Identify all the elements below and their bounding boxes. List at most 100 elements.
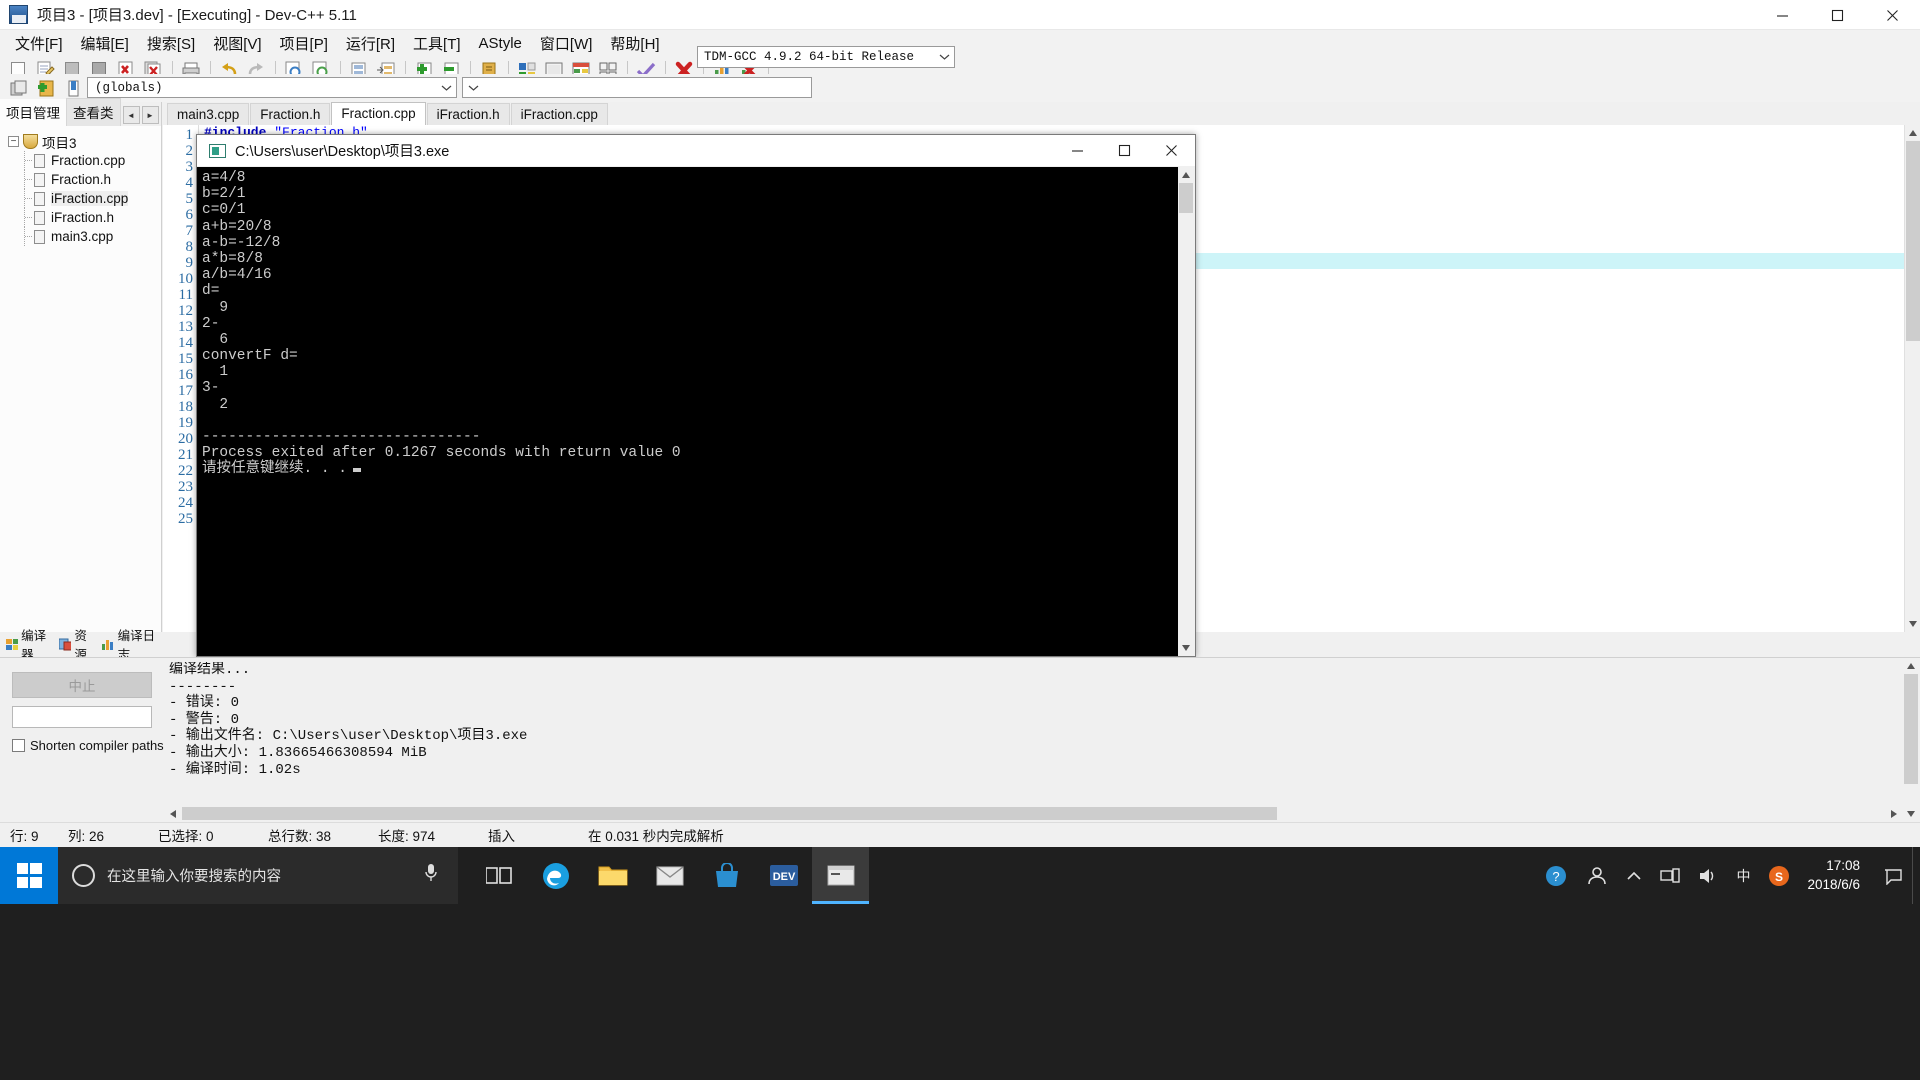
- console-scroll-thumb[interactable]: [1179, 183, 1193, 213]
- tree-item-label: Fraction.h: [51, 172, 112, 187]
- console-scroll-up-icon[interactable]: [1178, 167, 1194, 183]
- tab-scroll-left-icon[interactable]: ◄: [122, 106, 140, 124]
- close-button[interactable]: [1865, 0, 1920, 30]
- chevron-down-icon: [436, 78, 456, 98]
- compile-log-line: 编译结果...: [169, 662, 251, 678]
- console-close-button[interactable]: [1148, 135, 1195, 167]
- tab-main3-cpp[interactable]: main3.cpp: [167, 103, 250, 125]
- ime-language-icon[interactable]: 中: [1727, 847, 1759, 904]
- console-scrollbar[interactable]: [1178, 167, 1195, 656]
- editor-vertical-scrollbar[interactable]: [1904, 125, 1920, 632]
- task-view-icon[interactable]: [470, 847, 527, 904]
- network-icon[interactable]: [1651, 847, 1689, 904]
- log-hscroll-thumb[interactable]: [182, 807, 1277, 820]
- notifications-icon[interactable]: [1874, 847, 1912, 904]
- tab-ifraction-h[interactable]: iFraction.h: [426, 103, 510, 125]
- file-explorer-icon[interactable]: [584, 847, 641, 904]
- taskbar-search[interactable]: 在这里输入你要搜索的内容: [58, 847, 458, 904]
- shorten-paths-checkbox[interactable]: [12, 739, 25, 752]
- minimize-button[interactable]: [1755, 0, 1810, 30]
- line-number: 4: [185, 175, 194, 191]
- log-scroll-up-icon[interactable]: [1903, 658, 1919, 674]
- menu-run[interactable]: 运行[R]: [337, 30, 404, 57]
- log-scroll-left-icon[interactable]: [165, 805, 181, 822]
- log-scroll-down-icon[interactable]: [1903, 806, 1919, 822]
- console-line: a=4/8: [202, 170, 246, 186]
- tree-item-ifraction-cpp[interactable]: iFraction.cpp: [8, 189, 161, 208]
- taskbar-clock[interactable]: 17:08 2018/6/6: [1799, 847, 1874, 904]
- menu-search[interactable]: 搜索[S]: [138, 30, 204, 57]
- tree-item-main3-cpp[interactable]: main3.cpp: [8, 227, 161, 246]
- member-select[interactable]: [462, 77, 812, 98]
- microphone-icon[interactable]: [424, 862, 438, 889]
- line-number: 16: [178, 367, 193, 383]
- editor-tabs: main3.cpp Fraction.h Fraction.cpp iFract…: [163, 102, 1920, 125]
- volume-icon[interactable]: [1689, 847, 1727, 904]
- menu-astyle[interactable]: AStyle: [470, 32, 531, 55]
- search-placeholder: 在这里输入你要搜索的内容: [107, 869, 281, 885]
- menu-file[interactable]: 文件[F]: [6, 30, 72, 57]
- log-vertical-scrollbar[interactable]: [1903, 658, 1920, 822]
- tree-item-fraction-h[interactable]: Fraction.h: [8, 170, 161, 189]
- show-hidden-icons-icon[interactable]: [1617, 847, 1651, 904]
- menu-edit[interactable]: 编辑[E]: [72, 30, 138, 57]
- mail-icon[interactable]: [641, 847, 698, 904]
- insert-icon[interactable]: [33, 76, 58, 101]
- tab-scroll-right-icon[interactable]: ►: [141, 106, 159, 124]
- tab-class-browser[interactable]: 查看类: [66, 98, 121, 126]
- people-icon[interactable]: [1577, 847, 1617, 904]
- line-number: 10: [178, 271, 193, 287]
- start-button[interactable]: [0, 847, 58, 904]
- line-number: 25: [178, 511, 193, 527]
- tree-item-label: main3.cpp: [51, 229, 114, 244]
- sogou-input-icon[interactable]: S: [1759, 847, 1799, 904]
- menu-view[interactable]: 视图[V]: [204, 30, 270, 57]
- abort-button[interactable]: 中止: [12, 672, 152, 698]
- show-desktop-button[interactable]: [1912, 847, 1920, 904]
- tab-ifraction-cpp[interactable]: iFraction.cpp: [510, 103, 608, 125]
- edge-browser-icon[interactable]: [527, 847, 584, 904]
- toggle-bookmark-icon[interactable]: [60, 76, 85, 101]
- tree-root-node[interactable]: − 项目3: [8, 132, 161, 151]
- console-minimize-button[interactable]: [1054, 135, 1101, 167]
- maximize-button[interactable]: [1810, 0, 1865, 30]
- menu-tools[interactable]: 工具[T]: [404, 30, 470, 57]
- tree-item-ifraction-h[interactable]: iFraction.h: [8, 208, 161, 227]
- scroll-up-icon[interactable]: [1905, 125, 1920, 141]
- menu-project[interactable]: 项目[P]: [271, 30, 337, 57]
- compile-log-line: - 输出文件名: C:\Users\user\Desktop\项目3.exe: [169, 728, 528, 745]
- tab-fraction-h[interactable]: Fraction.h: [250, 103, 331, 125]
- console-scroll-down-icon[interactable]: [1178, 640, 1194, 656]
- line-number: 19: [178, 415, 193, 431]
- tab-project-manager[interactable]: 项目管理: [0, 99, 66, 126]
- menu-help[interactable]: 帮助[H]: [601, 30, 668, 57]
- scroll-thumb[interactable]: [1906, 141, 1920, 341]
- scope-select[interactable]: (globals): [87, 77, 457, 98]
- compiler-select[interactable]: TDM-GCC 4.9.2 64-bit Release: [697, 46, 955, 68]
- menu-window[interactable]: 窗口[W]: [531, 30, 602, 57]
- console-line: 1: [202, 364, 229, 381]
- log-scroll-thumb[interactable]: [1904, 674, 1918, 784]
- compile-log-text[interactable]: 编译结果... -------- - 错误: 0- 警告: 0- 输出文件名: C:…: [165, 662, 1902, 800]
- file-icon: [34, 229, 45, 244]
- collapse-icon[interactable]: −: [8, 136, 19, 147]
- console-maximize-button[interactable]: [1101, 135, 1148, 167]
- help-icon[interactable]: ?: [1535, 847, 1577, 904]
- line-number: 3: [185, 159, 194, 175]
- shorten-paths-row[interactable]: Shorten compiler paths: [12, 738, 164, 753]
- store-icon[interactable]: [698, 847, 755, 904]
- line-number: 11: [178, 287, 193, 303]
- new-project-icon[interactable]: [6, 76, 31, 101]
- scroll-down-icon[interactable]: [1905, 616, 1920, 632]
- tree-item-fraction-cpp[interactable]: Fraction.cpp: [8, 151, 161, 170]
- log-scroll-right-icon[interactable]: [1886, 805, 1902, 822]
- tree-item-label: iFraction.cpp: [51, 191, 129, 206]
- log-horizontal-scrollbar[interactable]: [165, 805, 1902, 822]
- tab-fraction-cpp[interactable]: Fraction.cpp: [331, 102, 426, 125]
- line-number: 13: [178, 319, 193, 335]
- console-window-taskbar-icon[interactable]: [812, 847, 869, 904]
- console-output[interactable]: a=4/8 b=2/1 c=0/1 a+b=20/8 a-b=-12/8 a*b=8/8 a…: [197, 167, 1178, 656]
- clock-time: 17:08: [1826, 858, 1860, 874]
- dev-cpp-icon[interactable]: DEV: [755, 847, 812, 904]
